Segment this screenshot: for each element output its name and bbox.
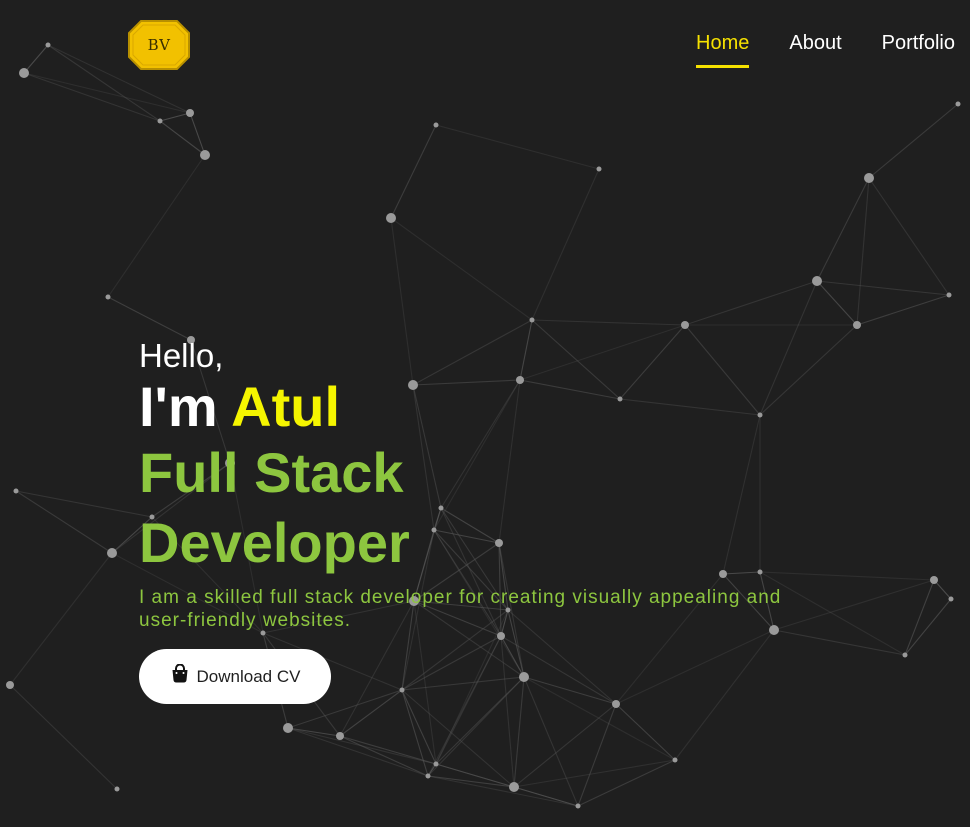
hero-intro-prefix: I'm xyxy=(139,375,218,438)
network-node xyxy=(497,632,505,640)
logo[interactable]: BV xyxy=(127,17,191,73)
network-link xyxy=(107,154,206,298)
network-node xyxy=(114,786,120,792)
network-link xyxy=(513,676,525,788)
network-link xyxy=(868,177,950,296)
network-node xyxy=(157,118,163,124)
network-link xyxy=(523,676,617,705)
network-node xyxy=(105,294,111,300)
network-node xyxy=(681,321,689,329)
network-link xyxy=(339,735,429,777)
network-node xyxy=(853,321,861,329)
network-node xyxy=(575,803,581,809)
network-link xyxy=(390,124,437,219)
network-link xyxy=(401,635,502,691)
network-node xyxy=(186,109,194,117)
network-link xyxy=(159,120,206,156)
logo-text: BV xyxy=(147,36,171,54)
network-node xyxy=(386,213,396,223)
network-link xyxy=(107,296,192,341)
network-node xyxy=(433,122,439,128)
network-node xyxy=(107,548,117,558)
nav-item-home[interactable]: Home xyxy=(696,32,750,70)
main-nav: Home About Portfolio xyxy=(656,32,955,70)
hero-section: Hello, I'm Atul Full Stack Developer I am… xyxy=(139,336,839,632)
hero-description: I am a skilled full stack developer for … xyxy=(139,587,782,631)
network-link xyxy=(513,759,676,788)
network-link xyxy=(427,775,515,788)
network-link xyxy=(531,168,600,321)
network-node xyxy=(812,276,822,286)
network-link xyxy=(287,727,429,777)
network-link xyxy=(339,689,403,737)
network-link xyxy=(816,280,858,326)
network-node xyxy=(200,150,210,160)
network-node xyxy=(519,672,529,682)
nav-item-about[interactable]: About xyxy=(789,32,841,70)
network-node xyxy=(399,687,405,693)
network-node xyxy=(948,596,954,602)
hero-role-line1: Full Stack xyxy=(139,441,404,504)
network-link xyxy=(904,579,935,656)
header: BV Home About Portfolio xyxy=(0,0,970,95)
nav-item-portfolio[interactable]: Portfolio xyxy=(882,32,955,70)
network-link xyxy=(856,177,870,326)
network-link xyxy=(9,684,118,790)
page: BV Home About Portfolio Hello, I'm Atul … xyxy=(0,0,970,827)
network-link xyxy=(9,552,113,686)
download-cv-button[interactable]: Download CV xyxy=(139,649,331,704)
network-link xyxy=(868,103,959,179)
network-link xyxy=(500,635,617,705)
network-node xyxy=(425,773,431,779)
network-link xyxy=(856,294,950,326)
network-link xyxy=(401,689,429,777)
network-node xyxy=(672,757,678,763)
network-node xyxy=(6,681,14,689)
network-node xyxy=(283,723,293,733)
hero-name: Atul xyxy=(231,375,341,438)
network-link xyxy=(816,280,950,296)
network-link xyxy=(904,598,952,656)
network-node xyxy=(864,173,874,183)
network-node xyxy=(955,101,961,107)
network-node xyxy=(529,317,535,323)
network-link xyxy=(427,676,525,777)
network-link xyxy=(159,112,191,122)
network-link xyxy=(674,629,775,761)
network-link xyxy=(816,177,870,282)
network-node xyxy=(946,292,952,298)
network-link xyxy=(500,635,515,788)
shopping-bag-icon xyxy=(172,663,188,682)
network-node xyxy=(902,652,908,658)
network-node xyxy=(612,700,620,708)
network-link xyxy=(531,319,686,326)
network-link xyxy=(615,629,775,705)
network-link xyxy=(427,635,502,777)
network-link xyxy=(435,124,600,170)
network-node xyxy=(596,166,602,172)
network-link xyxy=(435,763,515,788)
network-link xyxy=(390,217,533,321)
hero-role-line2: Developer xyxy=(139,511,410,574)
network-link xyxy=(339,735,437,765)
hero-role: Full Stack Developer xyxy=(139,438,459,578)
hero-intro: I'm Atul xyxy=(139,376,839,438)
network-node xyxy=(930,576,938,584)
network-node xyxy=(13,488,19,494)
network-link xyxy=(773,629,906,656)
hero-greeting: Hello, xyxy=(139,337,224,374)
network-link xyxy=(684,280,818,326)
network-node xyxy=(336,732,344,740)
network-node xyxy=(509,782,519,792)
download-cv-label: Download CV xyxy=(196,666,301,686)
network-node xyxy=(433,761,439,767)
